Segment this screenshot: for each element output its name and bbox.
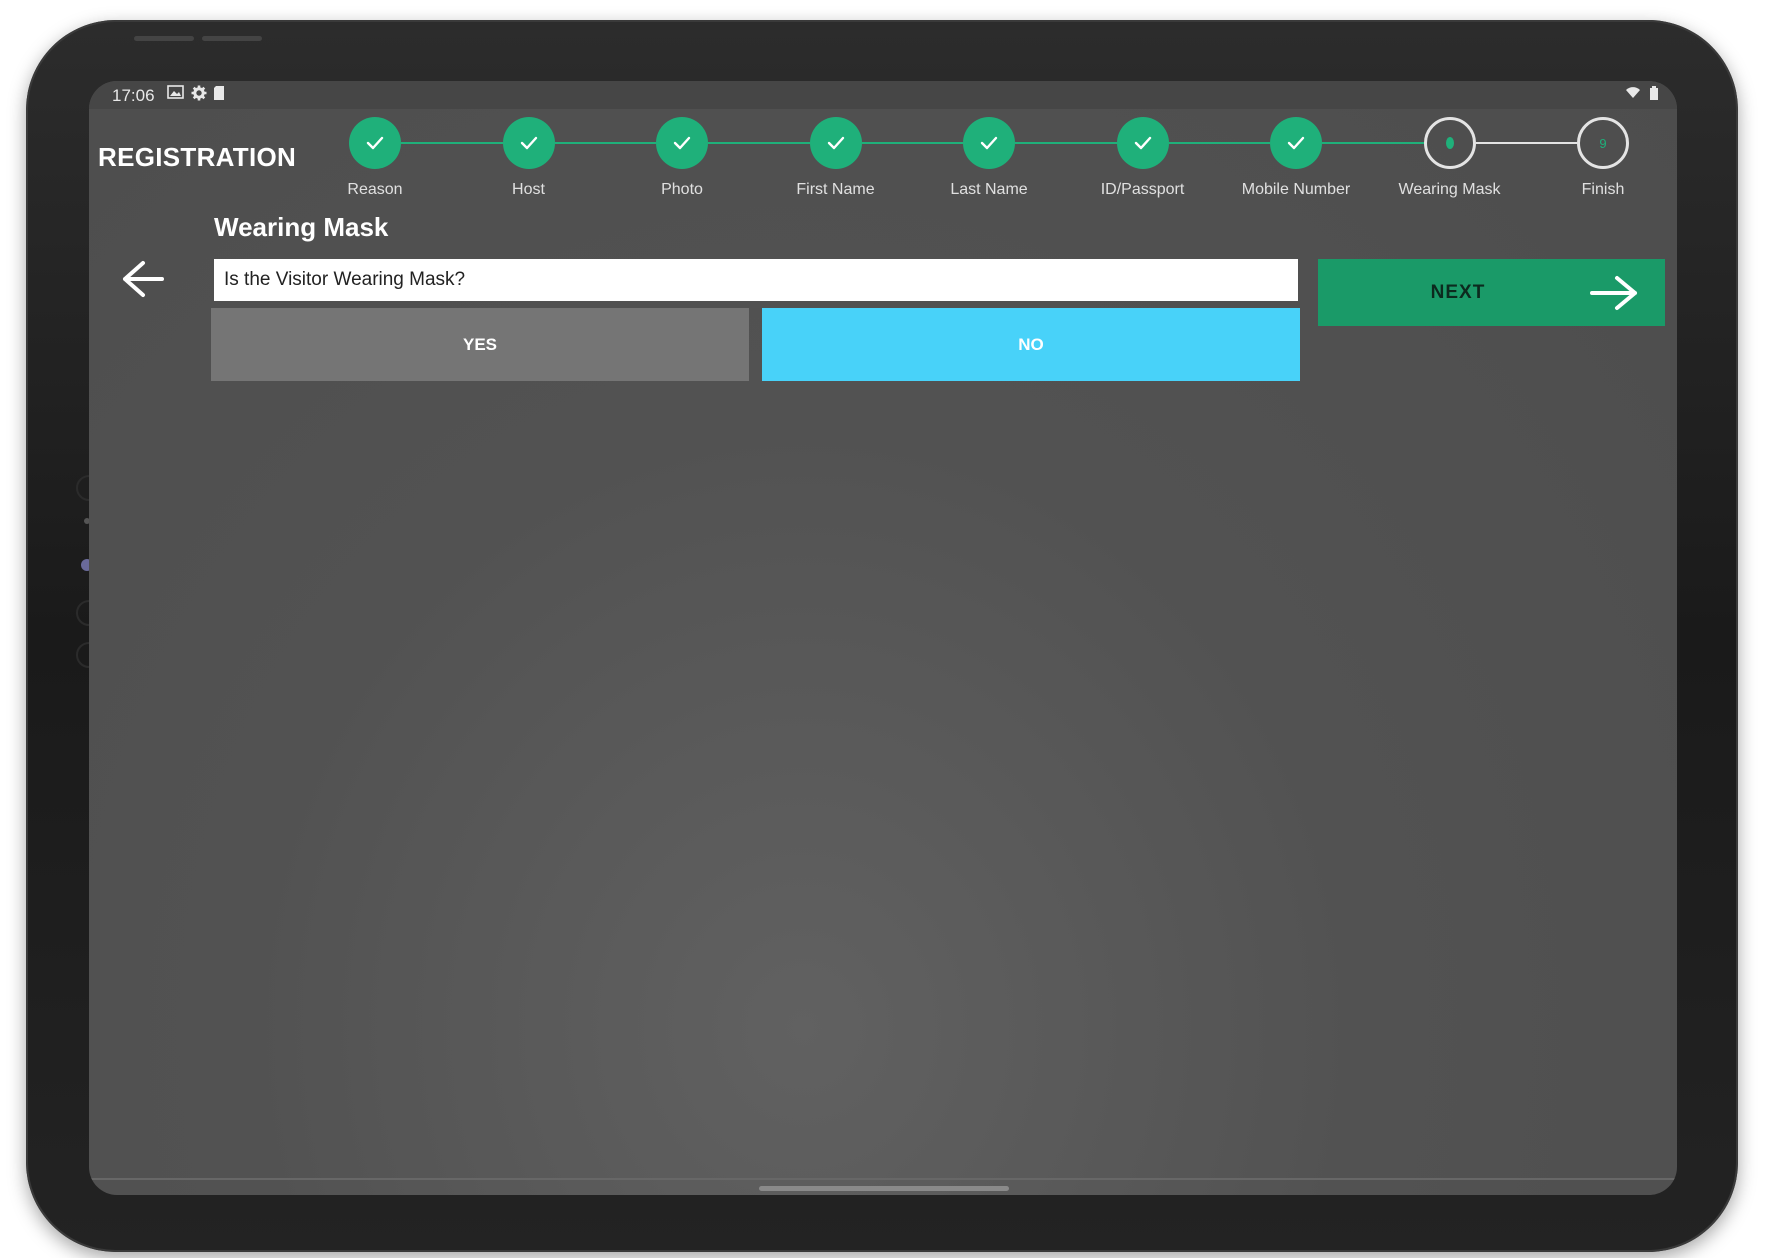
- step-label: ID/Passport: [1100, 181, 1185, 198]
- step-reason: [349, 117, 401, 169]
- step-connector: [1168, 142, 1270, 144]
- step-label: Last Name: [950, 181, 1028, 198]
- step-label: Photo: [661, 181, 703, 198]
- next-button[interactable]: NEXT: [1318, 259, 1665, 326]
- step-mobile-number: [1270, 117, 1322, 169]
- no-button[interactable]: NO: [762, 308, 1300, 381]
- step-connector: [1322, 142, 1424, 144]
- check-icon: [520, 136, 537, 150]
- step-label: Wearing Mask: [1398, 181, 1501, 198]
- check-icon: [827, 136, 844, 150]
- question-title: Wearing Mask: [214, 212, 389, 242]
- question-field[interactable]: [214, 259, 1298, 301]
- step-connector: [708, 142, 810, 144]
- step-connector: [554, 142, 656, 144]
- progress-stepper: Reason Host Photo First Name Last Name ID/Pas…: [89, 81, 1677, 201]
- volume-button: [134, 36, 194, 41]
- step-connector: [1475, 142, 1577, 144]
- step-first-name: [809, 117, 862, 169]
- step-number: 9: [1599, 135, 1607, 151]
- check-icon: [980, 136, 998, 150]
- home-indicator[interactable]: [759, 1186, 1009, 1191]
- volume-button: [202, 36, 262, 41]
- back-button[interactable]: [111, 249, 175, 309]
- app-screen: 17:06 REGISTRATION Reason Host Photo First …: [89, 81, 1677, 1195]
- next-button-label: NEXT: [1430, 281, 1486, 303]
- step-label: Reason: [347, 181, 403, 198]
- current-step-dot: [1445, 137, 1454, 149]
- step-finish: 9: [1577, 117, 1629, 169]
- arrow-right-icon: [1590, 276, 1637, 310]
- step-label: First Name: [796, 181, 875, 198]
- step-wearing-mask: [1423, 117, 1476, 169]
- step-label: Host: [512, 181, 545, 198]
- step-label: Mobile Number: [1241, 181, 1351, 198]
- check-icon: [673, 136, 691, 150]
- step-photo: [656, 117, 708, 169]
- yes-button[interactable]: YES: [211, 308, 749, 381]
- check-icon: [1287, 136, 1305, 150]
- arrow-left-icon: [123, 261, 164, 297]
- check-icon: [1134, 136, 1151, 150]
- bottom-divider: [89, 1178, 1677, 1180]
- step-host: [502, 117, 555, 169]
- step-connector: [1015, 142, 1117, 144]
- check-icon: [366, 136, 384, 150]
- step-label: Finish: [1581, 181, 1625, 198]
- step-last-name: [963, 117, 1015, 169]
- step-connector: [861, 142, 963, 144]
- step-connector: [401, 142, 503, 144]
- step-id-passport: [1116, 117, 1169, 169]
